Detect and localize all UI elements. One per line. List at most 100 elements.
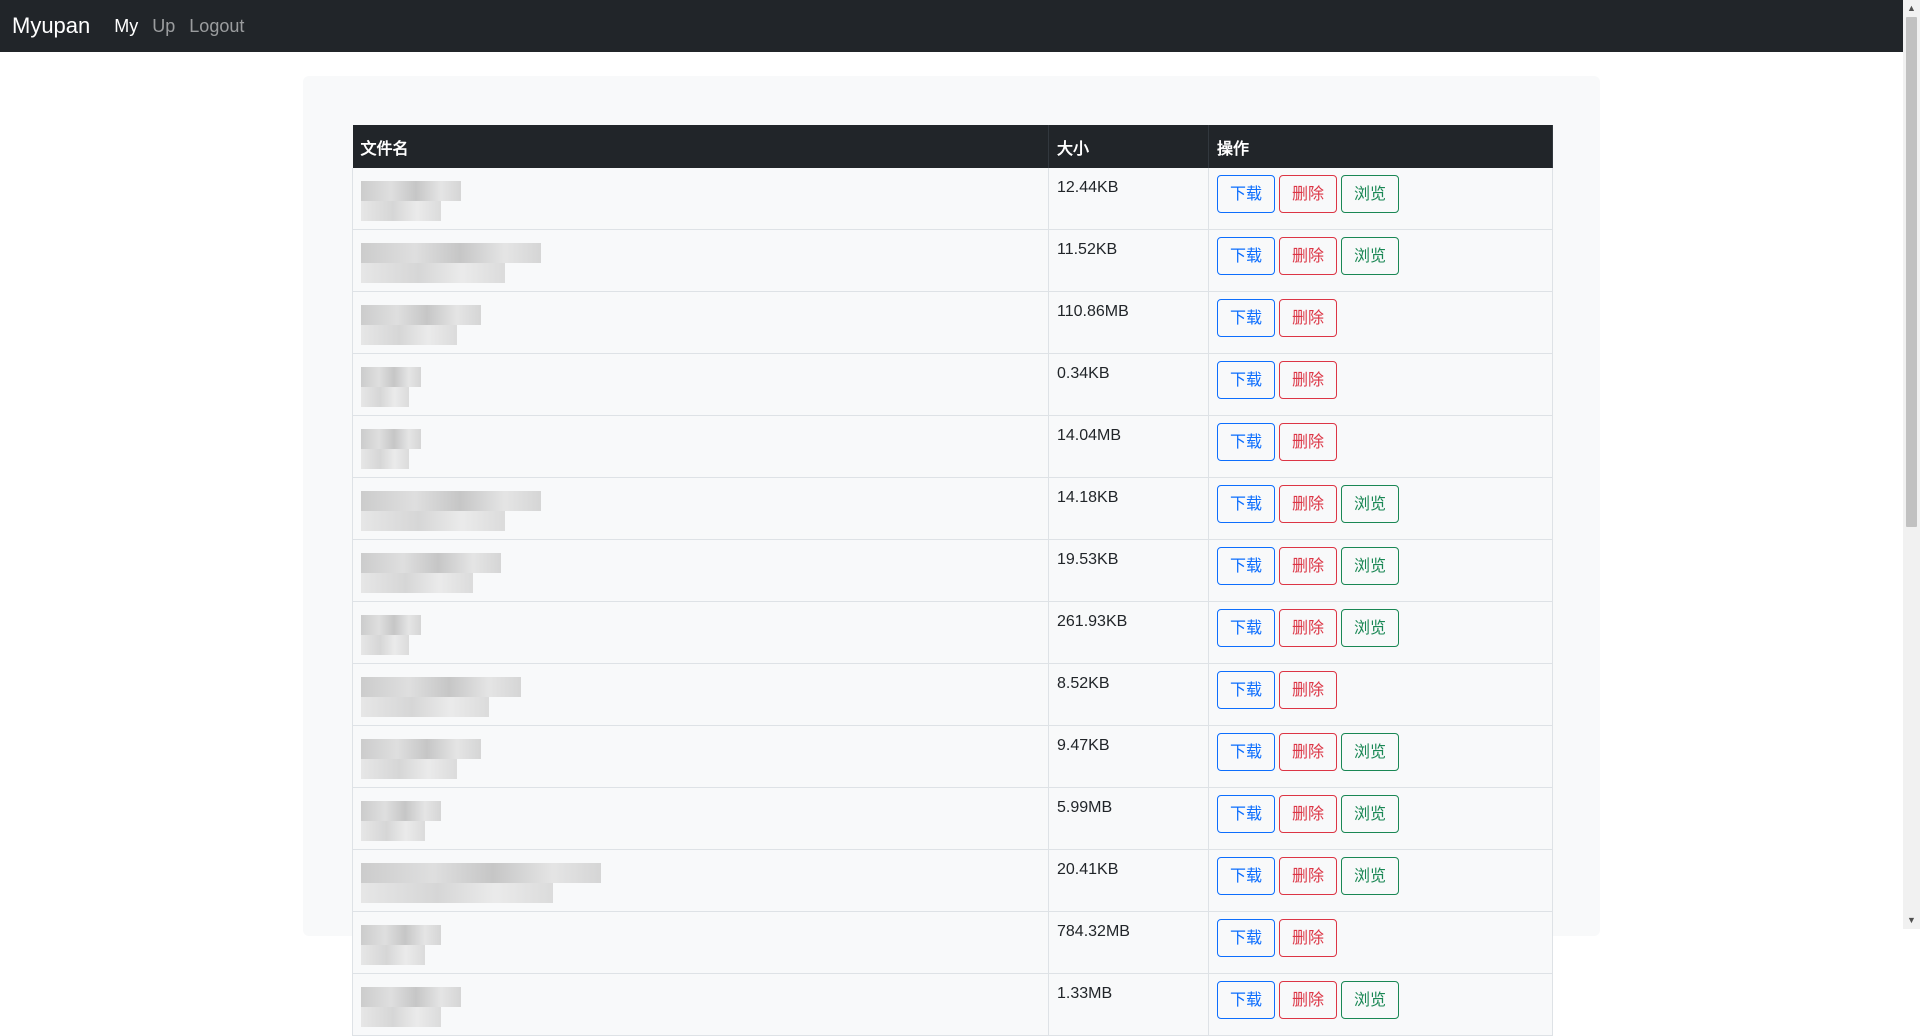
delete-button[interactable]: 删除 — [1279, 857, 1338, 895]
file-actions-cell: 下载 删除 浏览 — [1208, 168, 1553, 230]
table-row: 110.86MB 下载 删除 — [352, 291, 1553, 354]
file-size: 14.04MB — [1057, 427, 1122, 444]
download-button[interactable]: 下载 — [1217, 423, 1276, 461]
download-button[interactable]: 下载 — [1217, 485, 1276, 523]
view-button[interactable]: 浏览 — [1341, 175, 1400, 213]
delete-button[interactable]: 删除 — [1279, 547, 1338, 585]
file-name-cell — [352, 787, 1049, 850]
scrollbar-thumb[interactable] — [1906, 17, 1917, 527]
file-size: 9.47KB — [1057, 737, 1110, 754]
file-size: 1.33MB — [1057, 985, 1113, 1002]
scroll-up-arrow-icon[interactable]: ▲ — [1903, 0, 1920, 17]
delete-button[interactable]: 删除 — [1279, 733, 1338, 771]
file-actions-cell: 下载 删除 浏览 — [1208, 539, 1553, 602]
column-header-filename: 文件名 — [352, 125, 1049, 168]
file-actions: 下载 删除 — [1217, 299, 1544, 337]
file-size: 784.32MB — [1057, 923, 1130, 940]
download-button[interactable]: 下载 — [1217, 981, 1276, 1019]
file-size: 14.18KB — [1057, 489, 1119, 506]
view-button[interactable]: 浏览 — [1341, 981, 1400, 1019]
file-actions-cell: 下载 删除 — [1208, 291, 1553, 354]
file-actions: 下载 删除 浏览 — [1217, 609, 1544, 647]
table-row: 14.18KB 下载 删除 浏览 — [352, 477, 1553, 540]
file-actions-cell: 下载 删除 浏览 — [1208, 601, 1553, 664]
file-actions: 下载 删除 浏览 — [1217, 981, 1544, 1019]
download-button[interactable]: 下载 — [1217, 547, 1276, 585]
file-name-cell — [352, 911, 1049, 974]
navbar: Myupan My Up Logout — [0, 0, 1920, 52]
nav-link-logout[interactable]: Logout — [189, 16, 244, 37]
table-row: 11.52KB 下载 删除 浏览 — [352, 229, 1553, 292]
file-name-cell — [352, 415, 1049, 478]
table-row: 784.32MB 下载 删除 — [352, 911, 1553, 974]
file-name-cell — [352, 291, 1049, 354]
delete-button[interactable]: 删除 — [1279, 919, 1338, 957]
file-name-cell — [352, 353, 1049, 416]
file-size: 20.41KB — [1057, 861, 1119, 878]
file-name-cell — [352, 168, 1049, 230]
delete-button[interactable]: 删除 — [1279, 795, 1338, 833]
file-actions-cell: 下载 删除 浏览 — [1208, 973, 1553, 1036]
table-row: 261.93KB 下载 删除 浏览 — [352, 601, 1553, 664]
download-button[interactable]: 下载 — [1217, 919, 1276, 957]
file-size-cell: 8.52KB — [1048, 663, 1209, 726]
download-button[interactable]: 下载 — [1217, 237, 1276, 275]
file-table: 文件名 大小 操作 12.44KB 下载 删除 浏览 11.52KB 下载 删除 浏览 110.… — [352, 125, 1553, 1036]
scroll-down-arrow-icon[interactable]: ▼ — [1903, 912, 1920, 929]
view-button[interactable]: 浏览 — [1341, 733, 1400, 771]
file-size: 11.52KB — [1057, 241, 1118, 258]
file-name-cell — [352, 849, 1049, 912]
delete-button[interactable]: 删除 — [1279, 609, 1338, 647]
delete-button[interactable]: 删除 — [1279, 671, 1338, 709]
file-size: 0.34KB — [1057, 365, 1110, 382]
delete-button[interactable]: 删除 — [1279, 361, 1338, 399]
view-button[interactable]: 浏览 — [1341, 237, 1400, 275]
download-button[interactable]: 下载 — [1217, 733, 1276, 771]
view-button[interactable]: 浏览 — [1341, 609, 1400, 647]
download-button[interactable]: 下载 — [1217, 299, 1276, 337]
file-size: 8.52KB — [1057, 675, 1110, 692]
delete-button[interactable]: 删除 — [1279, 299, 1338, 337]
file-size: 19.53KB — [1057, 551, 1119, 568]
file-size-cell: 12.44KB — [1048, 168, 1209, 230]
file-actions-cell: 下载 删除 浏览 — [1208, 229, 1553, 292]
download-button[interactable]: 下载 — [1217, 795, 1276, 833]
delete-button[interactable]: 删除 — [1279, 175, 1338, 213]
view-button[interactable]: 浏览 — [1341, 547, 1400, 585]
download-button[interactable]: 下载 — [1217, 361, 1276, 399]
table-row: 14.04MB 下载 删除 — [352, 415, 1553, 478]
file-size-cell: 14.18KB — [1048, 477, 1209, 540]
file-actions-cell: 下载 删除 — [1208, 353, 1553, 416]
file-size-cell: 110.86MB — [1048, 291, 1209, 354]
download-button[interactable]: 下载 — [1217, 857, 1276, 895]
file-actions: 下载 删除 — [1217, 919, 1544, 957]
nav-link-my[interactable]: My — [114, 16, 138, 37]
view-button[interactable]: 浏览 — [1341, 485, 1400, 523]
file-name-cell — [352, 601, 1049, 664]
table-row: 5.99MB 下载 删除 浏览 — [352, 787, 1553, 850]
file-size-cell: 14.04MB — [1048, 415, 1209, 478]
file-actions-cell: 下载 删除 浏览 — [1208, 849, 1553, 912]
brand-link[interactable]: Myupan — [12, 13, 90, 39]
file-size: 5.99MB — [1057, 799, 1113, 816]
file-size-cell: 784.32MB — [1048, 911, 1209, 974]
view-button[interactable]: 浏览 — [1341, 857, 1400, 895]
view-button[interactable]: 浏览 — [1341, 795, 1400, 833]
download-button[interactable]: 下载 — [1217, 609, 1276, 647]
column-header-actions: 操作 — [1208, 125, 1553, 168]
file-actions: 下载 删除 — [1217, 361, 1544, 399]
download-button[interactable]: 下载 — [1217, 175, 1276, 213]
delete-button[interactable]: 删除 — [1279, 981, 1338, 1019]
delete-button[interactable]: 删除 — [1279, 423, 1338, 461]
delete-button[interactable]: 删除 — [1279, 237, 1338, 275]
download-button[interactable]: 下载 — [1217, 671, 1276, 709]
file-actions: 下载 删除 浏览 — [1217, 795, 1544, 833]
file-size-cell: 19.53KB — [1048, 539, 1209, 602]
file-actions: 下载 删除 — [1217, 423, 1544, 461]
file-name-cell — [352, 973, 1049, 1036]
file-name-cell — [352, 229, 1049, 292]
vertical-scrollbar[interactable]: ▲ ▼ — [1903, 0, 1920, 929]
file-actions-cell: 下载 删除 浏览 — [1208, 725, 1553, 788]
nav-link-up[interactable]: Up — [152, 16, 175, 37]
delete-button[interactable]: 删除 — [1279, 485, 1338, 523]
